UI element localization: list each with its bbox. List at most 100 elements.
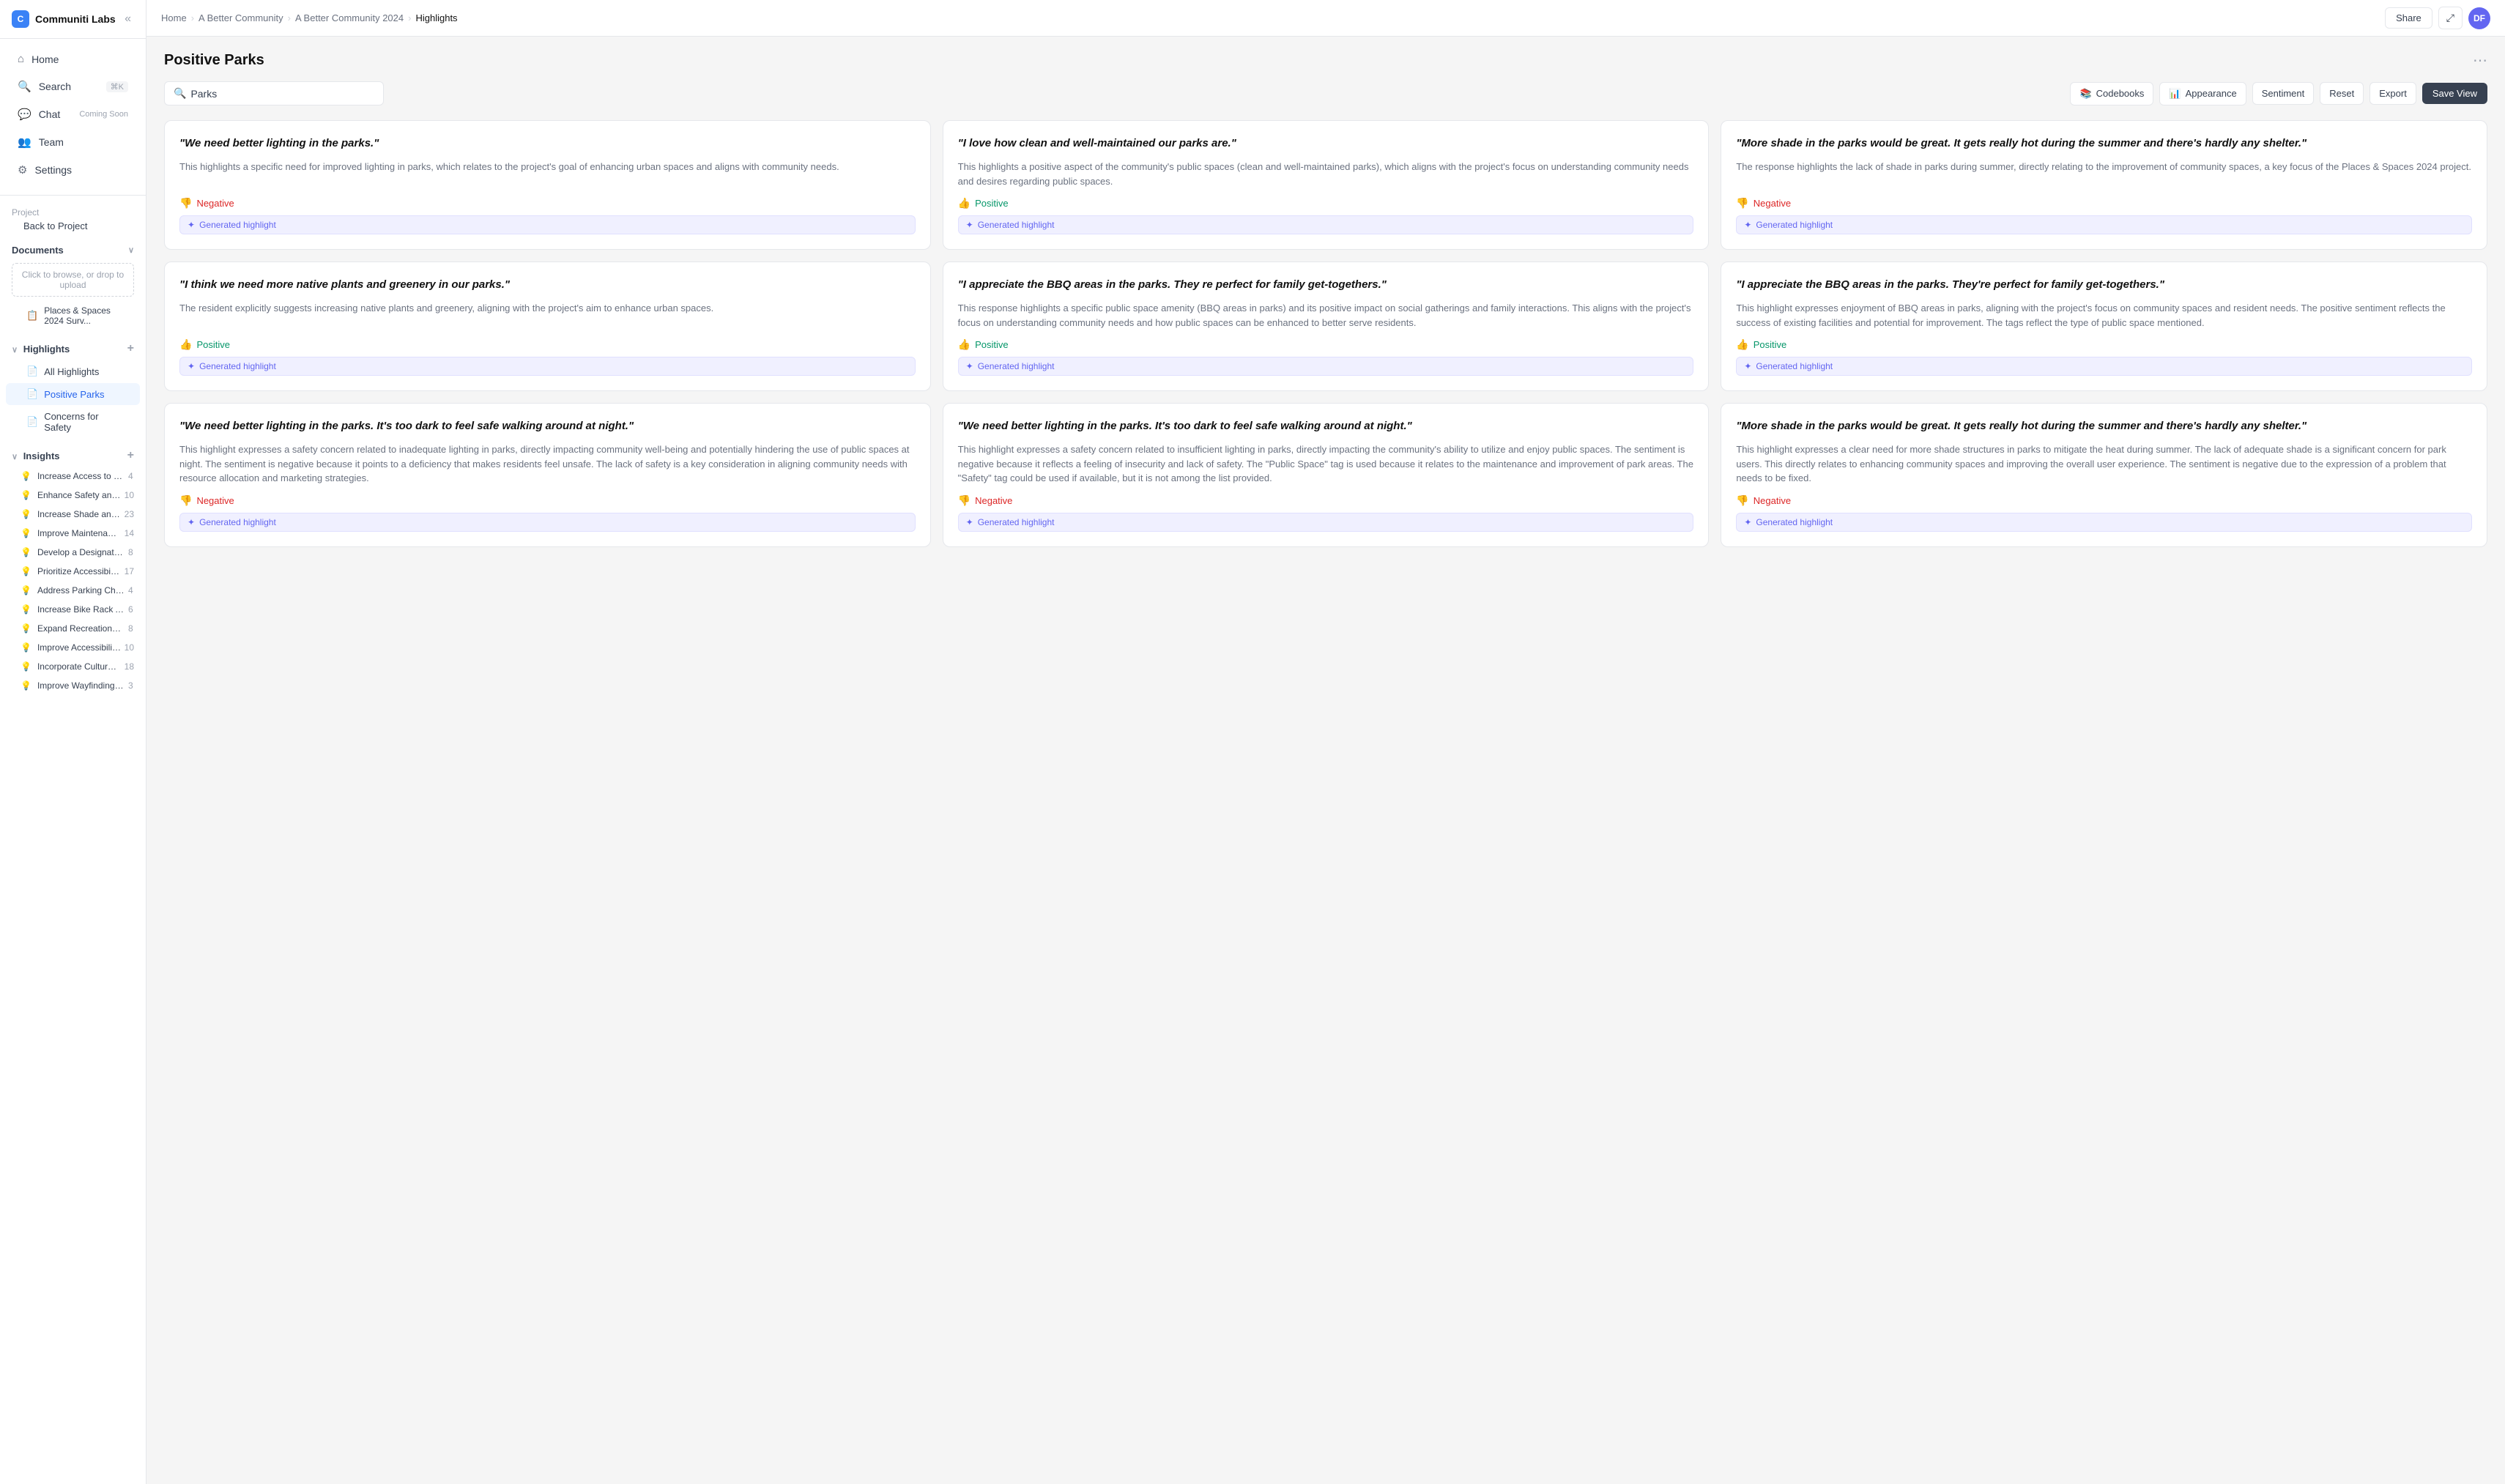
sidebar-item-settings[interactable]: ⚙ Settings (6, 157, 140, 183)
chat-coming-soon-badge: Coming Soon (79, 110, 128, 119)
sparkle-icon-7: ✦ (966, 517, 973, 527)
chat-icon: 💬 (18, 108, 31, 121)
sparkle-icon-0: ✦ (188, 220, 195, 230)
card-footer-2: 👎 Negative ✦ Generated highlight (1736, 197, 2472, 234)
sidebar-item-search[interactable]: 🔍 Search ⌘K (6, 73, 140, 100)
insight-item-5[interactable]: 💡 Prioritize Accessibility ... 17 (0, 562, 146, 581)
codebooks-icon: 📚 (2079, 88, 2091, 100)
save-view-button[interactable]: Save View (2422, 83, 2487, 104)
back-to-project-link[interactable]: Back to Project (12, 218, 134, 234)
documents-chevron-icon: ∨ (128, 245, 134, 255)
search-input[interactable] (190, 88, 374, 100)
insight-item-2[interactable]: 💡 Increase Shade and S... 23 (0, 505, 146, 524)
breadcrumb-community-2024[interactable]: A Better Community 2024 (295, 12, 404, 23)
sentiment-label-5: Positive (1753, 339, 1787, 350)
insight-item-10[interactable]: 💡 Incorporate Culturally ... 18 (0, 657, 146, 676)
sidebar-item-chat[interactable]: 💬 Chat Coming Soon (6, 101, 140, 127)
insight-item-9[interactable]: 💡 Improve Accessibility t... 10 (0, 638, 146, 657)
insight-item-0[interactable]: 💡 Increase Access to Dri... 4 (0, 467, 146, 486)
insight-bulb-icon-1: 💡 (21, 490, 31, 500)
codebooks-button[interactable]: 📚 Codebooks (2070, 82, 2153, 105)
card-footer-4: 👍 Positive ✦ Generated highlight (958, 338, 1694, 376)
sentiment-button[interactable]: Sentiment (2252, 82, 2315, 105)
more-options-button[interactable]: ⋯ (2473, 51, 2487, 70)
sentiment-label-8: Negative (1753, 495, 1791, 506)
export-button[interactable]: Export (2369, 82, 2416, 105)
card-footer-1: 👍 Positive ✦ Generated highlight (958, 197, 1694, 234)
sidebar-item-positive-parks[interactable]: 📄 Positive Parks (6, 383, 140, 405)
breadcrumb-community[interactable]: A Better Community (198, 12, 283, 23)
card-footer-5: 👍 Positive ✦ Generated highlight (1736, 338, 2472, 376)
appearance-icon: 📊 (2169, 88, 2181, 100)
insight-item-8[interactable]: 💡 Expand Recreational O... 8 (0, 619, 146, 638)
logo-text: Communiti Labs (35, 13, 116, 25)
insight-item-11[interactable]: 💡 Improve Wayfinding wit... 3 (0, 676, 146, 695)
card-quote-7: "We need better lighting in the parks. I… (958, 418, 1694, 434)
sidebar-item-team[interactable]: 👥 Team (6, 129, 140, 155)
sentiment-label-3: Positive (196, 339, 230, 350)
breadcrumb-sep-1: › (191, 12, 194, 23)
card-7: "We need better lighting in the parks. I… (943, 403, 1710, 547)
card-body-7: This highlight expresses a safety concer… (958, 442, 1694, 486)
card-4: "I appreciate the BBQ areas in the parks… (943, 261, 1710, 391)
insight-item-6[interactable]: 💡 Address Parking Challe... 4 (0, 581, 146, 600)
card-quote-6: "We need better lighting in the parks. I… (179, 418, 916, 434)
card-quote-2: "More shade in the parks would be great.… (1736, 136, 2472, 151)
insight-bulb-icon-11: 💡 (21, 680, 31, 691)
insight-bulb-icon-10: 💡 (21, 661, 31, 672)
reset-button[interactable]: Reset (2320, 82, 2364, 105)
insight-bulb-icon-0: 💡 (21, 471, 31, 481)
insight-item-3[interactable]: 💡 Improve Maintenance ... 14 (0, 524, 146, 543)
generated-tag-0: ✦ Generated highlight (179, 215, 916, 234)
card-quote-5: "I appreciate the BBQ areas in the parks… (1736, 277, 2472, 292)
generated-tag-2: ✦ Generated highlight (1736, 215, 2472, 234)
insight-item-1[interactable]: 💡 Enhance Safety and E... 10 (0, 486, 146, 505)
card-footer-6: 👎 Negative ✦ Generated highlight (179, 494, 916, 532)
collapse-sidebar-button[interactable]: « (122, 11, 134, 27)
sentiment-badge-6: 👎 Negative (179, 494, 916, 507)
sentiment-badge-1: 👍 Positive (958, 197, 1694, 209)
search-box[interactable]: 🔍 (164, 81, 384, 105)
search-shortcut-badge: ⌘K (106, 81, 128, 92)
card-quote-3: "I think we need more native plants and … (179, 277, 916, 292)
highlights-section-title[interactable]: ∨ Highlights + (0, 338, 146, 360)
upload-area[interactable]: Click to browse, or drop to upload (0, 260, 146, 300)
main-content: Home › A Better Community › A Better Com… (146, 0, 2505, 1484)
sidebar: C Communiti Labs « ⌂ Home 🔍 Search ⌘K 💬 … (0, 0, 146, 1484)
insight-bulb-icon-2: 💡 (21, 509, 31, 519)
insight-item-7[interactable]: 💡 Increase Bike Rack Ava... 6 (0, 600, 146, 619)
generated-label-7: Generated highlight (978, 517, 1055, 527)
sidebar-item-concerns-for-safety[interactable]: 📄 Concerns for Safety (6, 406, 140, 438)
add-insight-button[interactable]: + (127, 449, 134, 462)
card-6: "We need better lighting in the parks. I… (164, 403, 931, 547)
breadcrumb-home[interactable]: Home (161, 12, 187, 23)
card-footer-8: 👎 Negative ✦ Generated highlight (1736, 494, 2472, 532)
sidebar-item-home[interactable]: ⌂ Home (6, 46, 140, 72)
logo-icon: C (12, 10, 29, 28)
insight-item-4[interactable]: 💡 Develop a Designated ... 8 (0, 543, 146, 562)
file-item[interactable]: 📋 Places & Spaces 2024 Surv... (6, 300, 140, 331)
add-highlight-button[interactable]: + (127, 342, 134, 355)
generated-label-8: Generated highlight (1756, 517, 1833, 527)
share-button[interactable]: Share (2385, 7, 2432, 29)
highlight-list-icon: 📄 (26, 366, 38, 377)
sentiment-label-7: Negative (975, 495, 1012, 506)
topbar: Home › A Better Community › A Better Com… (146, 0, 2505, 37)
card-quote-1: "I love how clean and well-maintained ou… (958, 136, 1694, 151)
expand-button[interactable]: ⤢ (2438, 7, 2463, 29)
sentiment-icon-8: 👎 (1736, 494, 1748, 507)
sidebar-item-all-highlights[interactable]: 📄 All Highlights (6, 360, 140, 382)
sentiment-badge-0: 👎 Negative (179, 197, 916, 209)
topbar-actions: Share ⤢ DF (2385, 7, 2490, 29)
generated-tag-6: ✦ Generated highlight (179, 513, 916, 532)
card-body-8: This highlight expresses a clear need fo… (1736, 442, 2472, 486)
insights-section-title[interactable]: ∨ Insights + (0, 445, 146, 467)
search-icon: 🔍 (18, 80, 31, 93)
sentiment-icon-3: 👍 (179, 338, 192, 351)
card-footer-7: 👎 Negative ✦ Generated highlight (958, 494, 1694, 532)
appearance-button[interactable]: 📊 Appearance (2159, 82, 2246, 105)
card-body-0: This highlights a specific need for impr… (179, 160, 916, 174)
card-quote-4: "I appreciate the BBQ areas in the parks… (958, 277, 1694, 292)
documents-section-title[interactable]: Documents ∨ (0, 240, 146, 260)
breadcrumb-sep-3: › (408, 12, 411, 23)
